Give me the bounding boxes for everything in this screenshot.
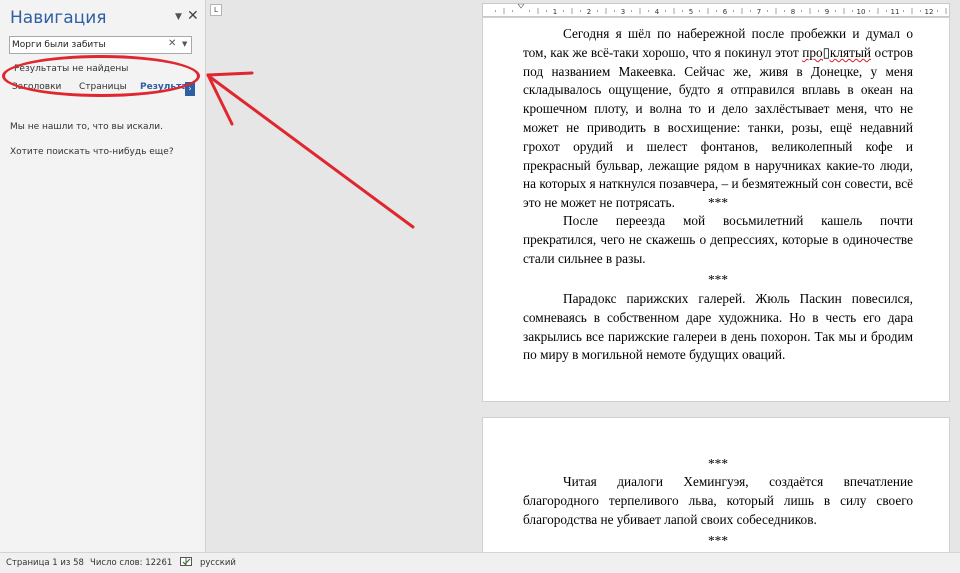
book-check-icon[interactable] [180,557,193,571]
ruler-number: 10 [857,8,866,16]
tab-stop-selector[interactable]: L [210,4,222,16]
ruler-number: 8 [791,8,795,16]
search-options-icon[interactable]: ▼ [182,40,187,48]
ruler-number: 7 [757,8,761,16]
search-box[interactable]: ✕ ▼ [9,36,192,54]
horizontal-ruler[interactable]: 12345678910111213 [482,3,950,17]
document-paragraph[interactable]: Читая диалоги Хемингуэя, создаётся впеча… [523,473,913,529]
section-separator: *** [708,195,728,210]
document-page[interactable]: Сегодня я шёл по набережной после пробеж… [482,17,950,402]
ruler-number: 4 [655,8,660,16]
section-separator: *** [708,533,728,548]
ruler-ticks: 12345678910111213 [495,4,947,16]
document-page[interactable]: *** Читая диалоги Хемингуэя, создаётся в… [482,417,950,557]
indent-marker[interactable] [517,4,525,9]
word-count[interactable]: Число слов: 12261 [90,558,172,568]
nav-pane-title: Навигация [10,8,107,28]
document-paragraph[interactable]: Сегодня я шёл по набережной после пробеж… [523,25,913,213]
section-separator: *** [708,456,728,471]
document-paragraph[interactable]: После переезда мой восьмилетний кашель п… [523,212,913,268]
page-indicator[interactable]: Страница 1 из 58 [6,558,84,568]
ruler-number: 12 [925,8,934,16]
misspelled-word[interactable]: про▯клятый [802,45,871,60]
ruler-number: 3 [621,8,625,16]
ruler-number: 6 [723,8,728,16]
section-separator: *** [708,272,728,287]
document-paragraph[interactable]: Парадокс парижских галерей. Жюль Паскин … [523,290,913,365]
no-results-message: Мы не нашли то, что вы искали. [10,122,163,132]
highlight-oval [2,55,200,97]
status-bar: Страница 1 из 58 Число слов: 12261 русск… [0,552,960,573]
ruler-number: 11 [891,8,900,16]
close-icon[interactable]: ✕ [187,8,199,24]
ruler-number: 9 [825,8,829,16]
chevron-down-icon[interactable]: ▼ [175,12,182,22]
ruler-number: 5 [689,8,693,16]
clear-search-icon[interactable]: ✕ [168,38,176,49]
ruler-number: 2 [587,8,591,16]
search-input[interactable] [12,37,162,53]
search-suggestion-message: Хотите поискать что-нибудь еще? [10,147,174,157]
ruler-number: 1 [553,8,557,16]
language-indicator[interactable]: русский [200,558,236,568]
